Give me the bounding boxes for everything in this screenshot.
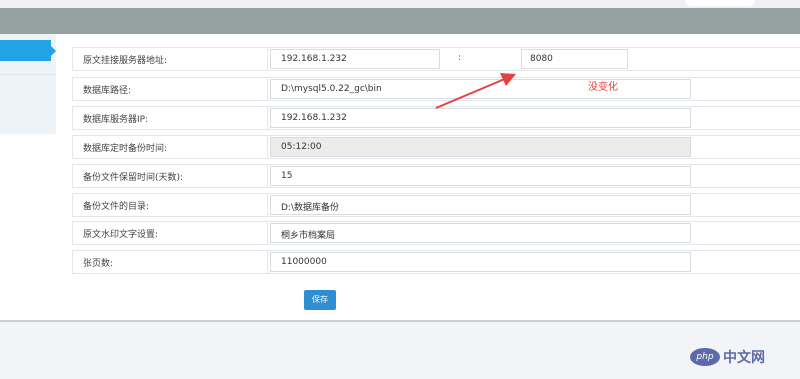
save-button[interactable]: 保存 (304, 290, 336, 310)
php-badge-icon: php (690, 348, 720, 366)
arrow-line (435, 77, 508, 109)
site-watermark-logo: php 中文网 (690, 346, 765, 368)
annotation-text: 没变化 (588, 82, 618, 93)
annotation-arrow (435, 73, 516, 109)
watermark-text: 中文网 (723, 350, 765, 366)
